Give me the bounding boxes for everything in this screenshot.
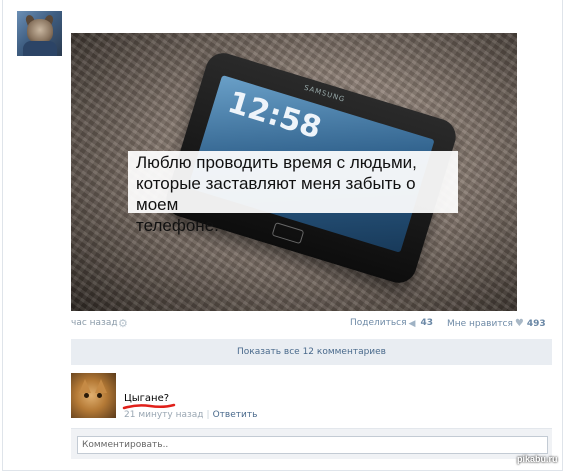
post-image[interactable]: 12:58 SAMSUNG Люблю проводить время с лю… — [71, 33, 517, 311]
image-caption-line: которые заставляют меня забыть о моем — [136, 174, 416, 214]
image-caption-line: телефоне. — [136, 216, 219, 235]
comment-time[interactable]: 21 минуту назад — [124, 410, 204, 420]
commenter-avatar[interactable] — [71, 373, 116, 418]
comment-input[interactable] — [77, 436, 548, 454]
post-time[interactable]: час назад — [71, 318, 118, 328]
cat-ear-left — [79, 379, 91, 393]
avatar-face — [27, 19, 53, 43]
reply-link[interactable]: Ответить — [213, 410, 258, 420]
megaphone-icon: ◀ — [408, 319, 416, 329]
heart-icon: ♥ — [514, 318, 524, 329]
watermark: pikabu.ru — [517, 454, 558, 464]
like-count: 493 — [526, 319, 546, 329]
phone-clock: 12:58 — [223, 84, 326, 147]
author-avatar[interactable] — [17, 11, 62, 56]
cat-eye-right — [97, 393, 102, 398]
cat-eye-left — [84, 393, 89, 398]
comment-meta: 21 минуту назад | Ответить — [124, 410, 257, 420]
share-label: Поделиться — [350, 318, 407, 328]
cat-ear-right — [95, 379, 107, 393]
like-button[interactable]: Мне нравится ♥ 493 — [447, 318, 546, 329]
gear-icon[interactable]: ⚙ — [118, 317, 128, 330]
comment-form — [71, 428, 552, 459]
post-meta: час назад ⚙ Поделиться ◀ 43 Мне нравится ♥ 4… — [71, 317, 552, 330]
image-caption-line: Люблю проводить время с людьми, — [136, 153, 417, 172]
red-underline-scribble — [122, 403, 176, 410]
avatar-suit — [23, 41, 57, 56]
image-caption: Люблю проводить время с людьми, которые … — [128, 151, 458, 235]
separator: | — [206, 410, 210, 420]
like-label: Мне нравится — [447, 319, 513, 329]
share-button[interactable]: Поделиться ◀ 43 — [350, 318, 434, 329]
share-count: 43 — [420, 318, 434, 328]
show-all-comments-button[interactable]: Показать все 12 комментариев — [71, 339, 552, 365]
